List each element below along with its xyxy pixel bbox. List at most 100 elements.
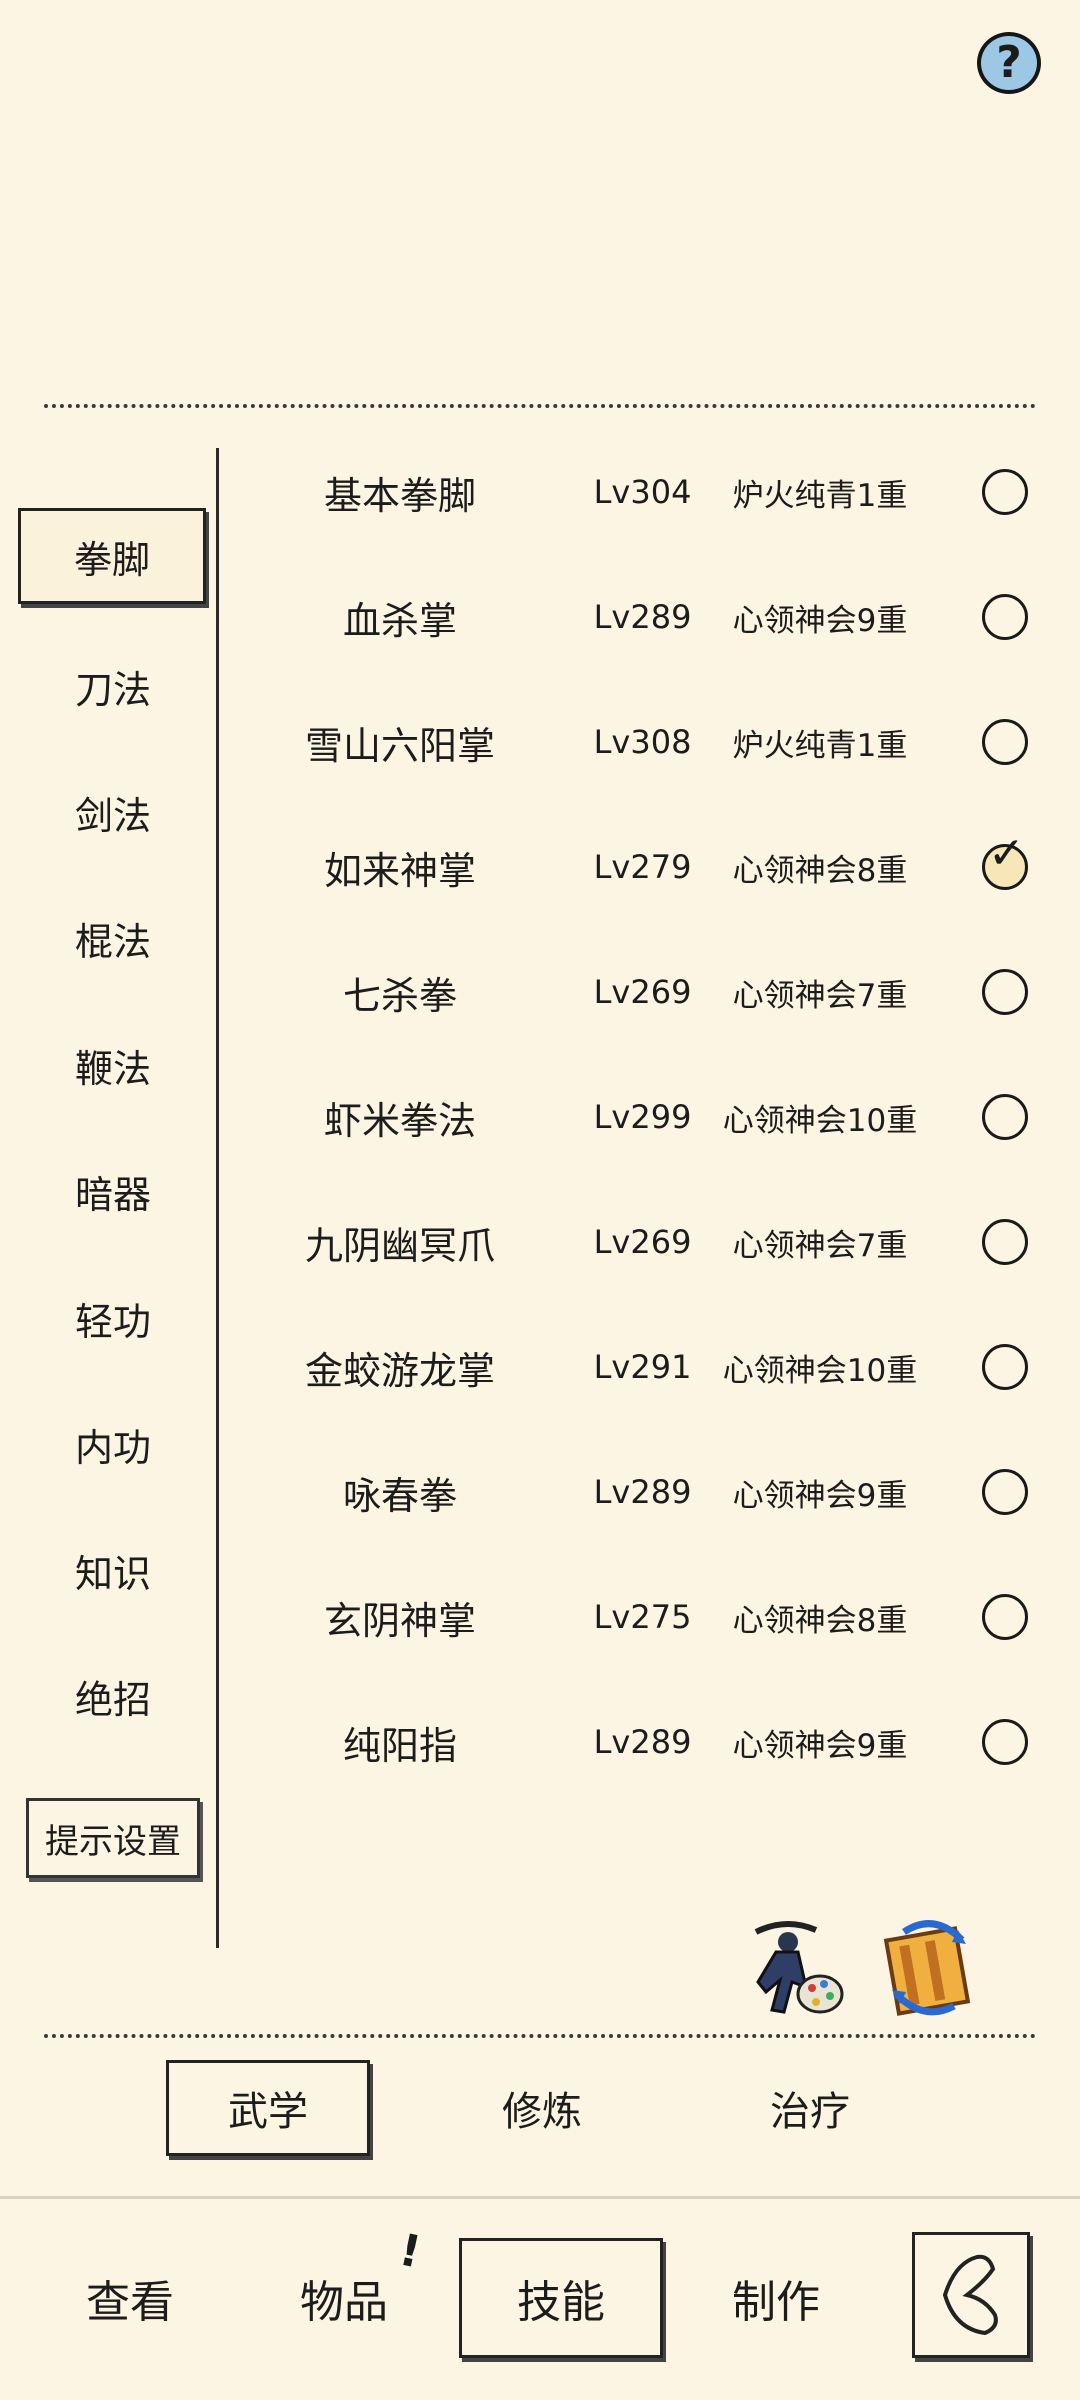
category-tab-qinggong[interactable]: 轻功 (18, 1270, 208, 1366)
skill-level: Lv275 (593, 1598, 692, 1636)
skill-name: 九阴幽冥爪 (304, 1223, 495, 1268)
scroll-swap-icon[interactable] (874, 1912, 984, 2022)
skill-level: Lv308 (593, 723, 692, 761)
nav-skills[interactable]: 技能 (459, 2238, 663, 2358)
skill-level: Lv289 (593, 598, 692, 636)
skill-tier: 心领神会10重 (722, 1102, 918, 1139)
skill-level: Lv299 (593, 1098, 692, 1136)
top-divider (44, 404, 1036, 408)
skill-select-radio[interactable] (982, 1219, 1028, 1265)
nav-label: 查看 (86, 2277, 174, 2328)
skill-name: 如来神掌 (323, 848, 476, 893)
subtab-zhiliao[interactable]: 治疗 (708, 2060, 912, 2156)
nav-craft[interactable]: 制作 (676, 2238, 876, 2358)
subtab-wuxue[interactable]: 武学 (166, 2060, 370, 2156)
skill-name: 纯阳指 (342, 1723, 457, 1768)
skill-row[interactable]: 九阴幽冥爪 Lv269 心领神会7重 (240, 1187, 1060, 1297)
category-tab-daofa[interactable]: 刀法 (18, 638, 208, 734)
nav-label: 制作 (732, 2277, 820, 2328)
skill-tier: 心领神会8重 (732, 1602, 908, 1639)
skill-name: 七杀拳 (342, 973, 457, 1018)
bottom-divider (44, 2034, 1036, 2038)
skill-tier: 心领神会7重 (732, 977, 908, 1014)
nav-label: 技能 (517, 2277, 605, 2328)
nav-label: 物品 (300, 2277, 388, 2328)
skill-select-radio[interactable] (982, 1594, 1028, 1640)
skill-level: Lv304 (593, 473, 692, 511)
skill-name: 玄阴神掌 (323, 1598, 476, 1643)
category-label: 拳脚 (73, 537, 150, 582)
question-circle-icon: ? (996, 37, 1022, 88)
category-tab-bianfa[interactable]: 鞭法 (18, 1017, 208, 1113)
hint-settings-button[interactable]: 提示设置 (26, 1798, 200, 1878)
nav-view[interactable]: 查看 (30, 2238, 230, 2358)
skill-row[interactable]: 虾米拳法 Lv299 心领神会10重 (240, 1062, 1060, 1172)
skill-select-radio[interactable] (982, 719, 1028, 765)
skill-row[interactable]: 血杀掌 Lv289 心领神会9重 (240, 562, 1060, 672)
help-button[interactable]: ? (977, 32, 1041, 94)
sidebar-divider (216, 448, 219, 1948)
skill-level: Lv269 (593, 1223, 692, 1261)
skill-row[interactable]: 玄阴神掌 Lv275 心领神会8重 (240, 1562, 1060, 1672)
subtab-label: 修炼 (502, 2089, 582, 2135)
skill-select-radio[interactable] (982, 1719, 1028, 1765)
hint-settings-label: 提示设置 (45, 1821, 181, 1862)
skill-tier: 心领神会7重 (732, 1227, 908, 1264)
skill-select-radio[interactable] (982, 1344, 1028, 1390)
category-label: 棍法 (74, 919, 151, 964)
skill-select-radio[interactable] (982, 1469, 1028, 1515)
skill-level: Lv269 (593, 973, 692, 1011)
category-tab-gunfa[interactable]: 棍法 (18, 890, 208, 986)
category-tab-anqi[interactable]: 暗器 (18, 1143, 208, 1239)
skill-tier: 心领神会10重 (722, 1352, 918, 1389)
category-label: 绝招 (74, 1677, 151, 1722)
skill-level: Lv279 (593, 848, 692, 886)
subtab-xiulian[interactable]: 修炼 (440, 2060, 644, 2156)
skill-row[interactable]: 七杀拳 Lv269 心领神会7重 (240, 937, 1060, 1047)
skill-row[interactable]: 纯阳指 Lv289 心领神会9重 (240, 1687, 1060, 1797)
category-tab-quanjiao[interactable]: 拳脚 (18, 508, 206, 604)
category-tab-juezhao[interactable]: 绝招 (18, 1648, 208, 1744)
skill-row[interactable]: 金蛟游龙掌 Lv291 心领神会10重 (240, 1312, 1060, 1422)
skill-tier: 炉火纯青1重 (732, 727, 908, 764)
skill-name: 基本拳脚 (323, 473, 476, 518)
skill-select-radio[interactable] (982, 469, 1028, 515)
skill-select-radio[interactable] (982, 969, 1028, 1015)
category-label: 内功 (74, 1425, 151, 1470)
skill-row[interactable]: 如来神掌 Lv279 心领神会8重 ✓ (240, 812, 1060, 922)
skill-name: 金蛟游龙掌 (304, 1348, 495, 1393)
skill-name: 雪山六阳掌 (304, 723, 495, 768)
category-label: 鞭法 (74, 1046, 151, 1091)
subtab-label: 治疗 (770, 2089, 850, 2135)
category-tab-zhishi[interactable]: 知识 (18, 1522, 208, 1618)
skill-level: Lv289 (593, 1473, 692, 1511)
back-button[interactable] (912, 2232, 1030, 2358)
category-label: 暗器 (74, 1172, 151, 1217)
category-label: 剑法 (74, 793, 151, 838)
skill-row[interactable]: 咏春拳 Lv289 心领神会9重 (240, 1437, 1060, 1547)
martial-artist-palette-icon[interactable] (736, 1912, 846, 2022)
category-label: 刀法 (74, 667, 151, 712)
category-label: 知识 (74, 1551, 151, 1596)
skill-row[interactable]: 基本拳脚 Lv304 炉火纯青1重 (240, 437, 1060, 547)
subtab-label: 武学 (228, 2089, 308, 2135)
skill-tier: 心领神会9重 (732, 1727, 908, 1764)
skill-name: 咏春拳 (342, 1473, 457, 1518)
skill-row[interactable]: 雪山六阳掌 Lv308 炉火纯青1重 (240, 687, 1060, 797)
skill-select-radio[interactable] (982, 1094, 1028, 1140)
skill-tier: 心领神会9重 (732, 1477, 908, 1514)
skill-level: Lv289 (593, 1723, 692, 1761)
nav-separator (0, 2196, 1080, 2199)
skill-level: Lv291 (593, 1348, 692, 1386)
skill-name: 虾米拳法 (323, 1098, 476, 1143)
category-label: 轻功 (74, 1299, 151, 1344)
skill-select-radio[interactable] (982, 594, 1028, 640)
skill-tier: 心领神会8重 (732, 852, 908, 889)
skill-tier: 心领神会9重 (732, 602, 908, 639)
category-tab-neigong[interactable]: 内功 (18, 1396, 208, 1492)
category-tab-jianfa[interactable]: 剑法 (18, 764, 208, 860)
back-arrow-icon (942, 2254, 998, 2336)
checkmark-icon: ✓ (988, 828, 1025, 879)
skill-tier: 炉火纯青1重 (732, 477, 908, 514)
skill-name: 血杀掌 (342, 598, 457, 643)
